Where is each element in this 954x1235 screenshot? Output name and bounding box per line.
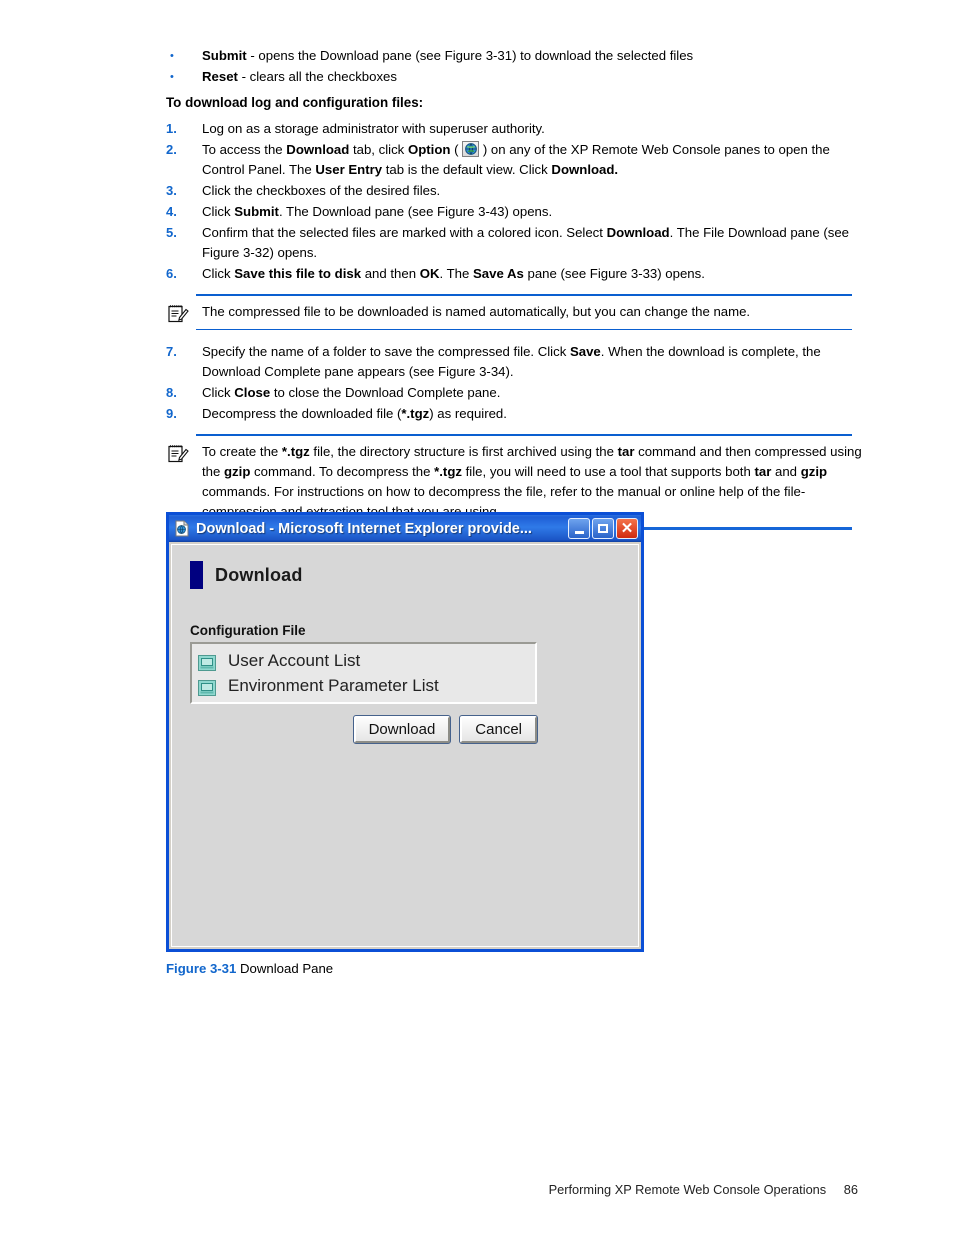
step-number: 7. bbox=[166, 344, 177, 359]
cancel-button[interactable]: Cancel bbox=[459, 715, 538, 744]
note-rule-bottom bbox=[196, 328, 852, 330]
list-item: • Reset - clears all the checkboxes bbox=[166, 67, 866, 87]
numbered-step: 5. Confirm that the selected files are m… bbox=[166, 223, 866, 263]
window-titlebar: Download - Microsoft Internet Explorer p… bbox=[166, 512, 644, 542]
step-number: 9. bbox=[166, 406, 177, 421]
bullet-marker: • bbox=[170, 50, 174, 62]
numbered-step: 7. Specify the name of a folder to save … bbox=[166, 342, 866, 382]
body-content: • Submit - opens the Download pane (see … bbox=[166, 46, 866, 538]
file-list-icon bbox=[198, 653, 216, 671]
step-number: 8. bbox=[166, 385, 177, 400]
note-rule-top bbox=[196, 294, 852, 296]
page-footer: Performing XP Remote Web Console Operati… bbox=[549, 1182, 858, 1197]
file-list-icon bbox=[198, 678, 216, 696]
note-pad-pencil-icon bbox=[166, 302, 190, 326]
figure-screenshot: Download - Microsoft Internet Explorer p… bbox=[166, 512, 644, 952]
step-text: Log on as a storage administrator with s… bbox=[202, 121, 545, 136]
bullet-marker: • bbox=[170, 71, 174, 83]
document-page: • Submit - opens the Download pane (see … bbox=[0, 0, 954, 1235]
step-text: To access the Download tab, click Option… bbox=[202, 141, 830, 177]
footer-text: Performing XP Remote Web Console Operati… bbox=[548, 1182, 827, 1197]
bullet-bold-term: Reset bbox=[202, 69, 238, 84]
numbered-step: 6. Click Save this file to disk and then… bbox=[166, 264, 866, 284]
section-subheading: To download log and configuration files: bbox=[166, 95, 424, 110]
figure-title: Download Pane bbox=[240, 961, 334, 976]
list-item-label: Environment Parameter List bbox=[228, 676, 439, 695]
bullet-rest: - clears all the checkboxes bbox=[237, 69, 397, 84]
pane-accent-bar bbox=[190, 561, 203, 589]
step-number: 1. bbox=[166, 121, 177, 136]
step-number: 6. bbox=[166, 266, 177, 281]
list-item[interactable]: Environment Parameter List bbox=[198, 673, 529, 698]
list-item[interactable]: User Account List bbox=[198, 648, 529, 673]
step-number: 5. bbox=[166, 225, 177, 240]
note-block: The compressed file to be downloaded is … bbox=[166, 294, 866, 330]
step-text: Click the checkboxes of the desired file… bbox=[202, 183, 441, 198]
group-label-configuration-file: Configuration File bbox=[190, 623, 306, 638]
numbered-step: 9. Decompress the downloaded file (*.tgz… bbox=[166, 404, 866, 424]
bullet-text: Reset - clears all the checkboxes bbox=[202, 67, 866, 87]
configuration-file-listbox[interactable]: User Account List Environment Parameter … bbox=[190, 642, 537, 704]
numbered-step: 2. To access the Download tab, click Opt… bbox=[166, 140, 866, 180]
note-text: The compressed file to be downloaded is … bbox=[202, 304, 751, 319]
step-text: Specify the name of a folder to save the… bbox=[202, 344, 821, 379]
figure-number: Figure 3-31 bbox=[166, 961, 237, 976]
list-item: • Submit - opens the Download pane (see … bbox=[166, 46, 866, 66]
step-text: Click Submit. The Download pane (see Fig… bbox=[202, 204, 553, 219]
ie-document-icon bbox=[174, 520, 191, 537]
close-icon[interactable]: ✕ bbox=[616, 518, 638, 539]
download-button[interactable]: Download bbox=[352, 715, 452, 744]
step-number: 3. bbox=[166, 183, 177, 198]
page-number: 86 bbox=[843, 1182, 858, 1197]
step-text: Click Close to close the Download Comple… bbox=[202, 385, 501, 400]
minimize-icon[interactable] bbox=[568, 518, 590, 539]
step-number: 4. bbox=[166, 204, 177, 219]
bullet-rest: - opens the Download pane (see Figure 3-… bbox=[246, 48, 694, 63]
note-rule-top bbox=[196, 434, 852, 436]
step-number: 2. bbox=[166, 142, 177, 157]
maximize-icon[interactable] bbox=[592, 518, 614, 539]
numbered-step: 4. Click Submit. The Download pane (see … bbox=[166, 202, 866, 222]
note-pad-pencil-icon bbox=[166, 442, 190, 466]
step-text: Decompress the downloaded file (*.tgz) a… bbox=[202, 406, 507, 421]
pane-header: Download bbox=[190, 561, 620, 589]
option-icon bbox=[462, 141, 480, 157]
numbered-step: 3. Click the checkboxes of the desired f… bbox=[166, 181, 866, 201]
window-frame: Download Configuration File User Account… bbox=[166, 542, 644, 952]
window-title: Download - Microsoft Internet Explorer p… bbox=[196, 520, 532, 537]
pane-title: Download bbox=[215, 564, 303, 585]
bullet-bold-term: Submit bbox=[202, 48, 247, 63]
step-text: Confirm that the selected files are mark… bbox=[202, 225, 849, 260]
bullet-text: Submit - opens the Download pane (see Fi… bbox=[202, 46, 866, 66]
numbered-step: 1. Log on as a storage administrator wit… bbox=[166, 119, 866, 139]
figure-caption: Figure 3-31 Download Pane bbox=[166, 961, 333, 976]
list-item-label: User Account List bbox=[228, 651, 361, 670]
step-text: Click Save this file to disk and then OK… bbox=[202, 266, 705, 281]
window-client-area: Download Configuration File User Account… bbox=[171, 544, 639, 947]
numbered-step: 8. Click Close to close the Download Com… bbox=[166, 383, 866, 403]
dialog-button-row: Download Cancel bbox=[190, 715, 538, 744]
window-controls: ✕ bbox=[568, 518, 638, 539]
